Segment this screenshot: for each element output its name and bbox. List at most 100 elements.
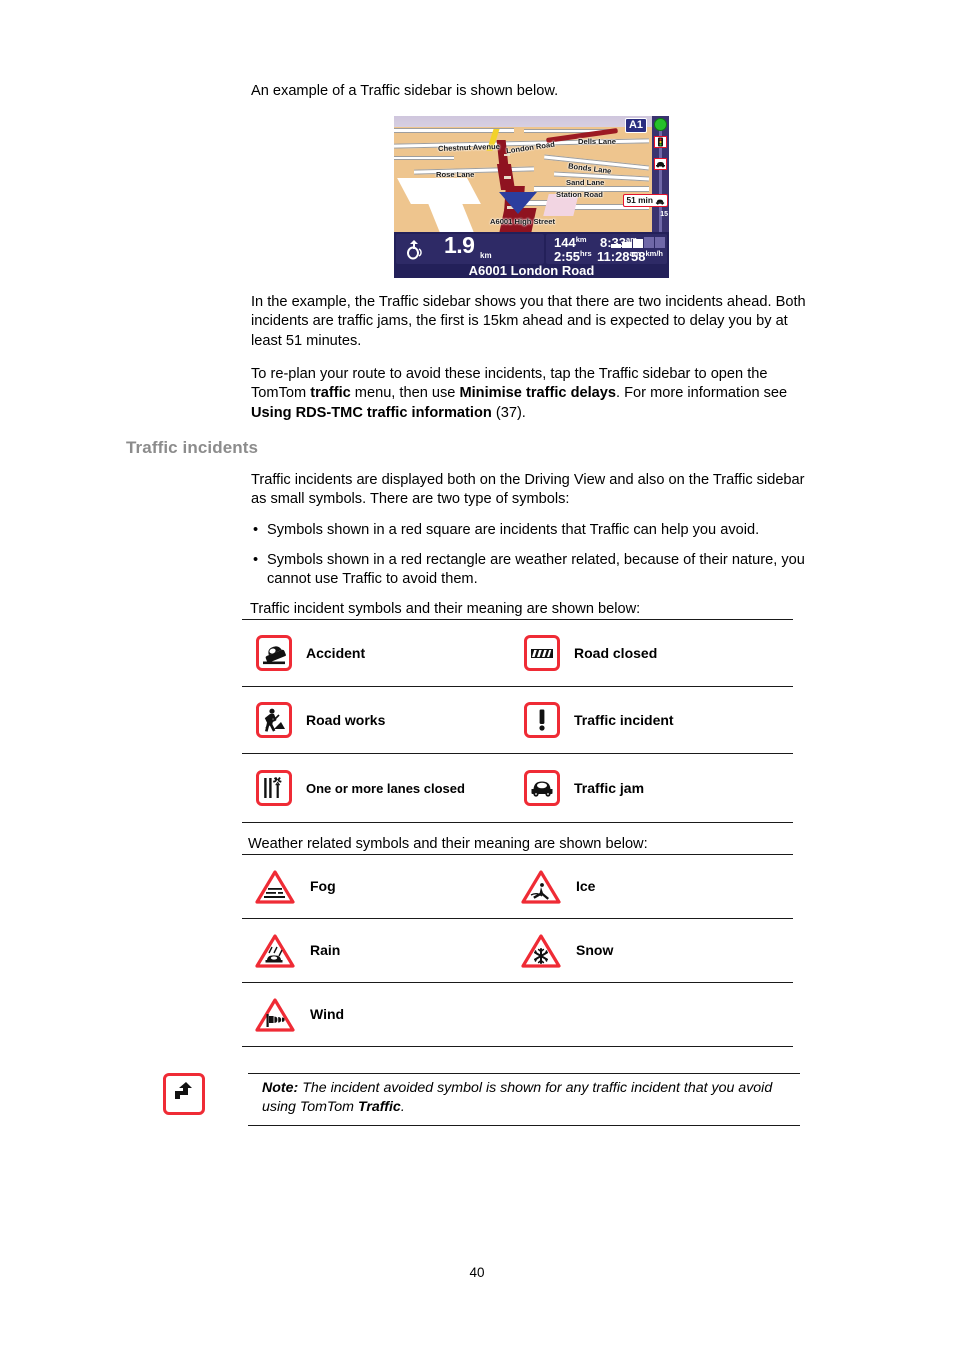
table-cell: One or more lanes closed <box>242 770 512 806</box>
nav-sidebar-distance: 15 <box>660 211 668 218</box>
table-cell: Traffic jam <box>512 770 782 806</box>
nav-traffic-sidebar[interactable]: 15 <box>652 116 669 232</box>
document-page: An example of a Traffic sidebar is shown… <box>0 0 954 1350</box>
nav-signal-bars <box>611 237 665 248</box>
nav-device-screenshot: Chestnut Avenue London Road Dells Lane R… <box>394 116 669 278</box>
table-row: Fog Ice <box>242 855 793 919</box>
wind-icon <box>254 997 296 1033</box>
table-cell: Rain <box>242 933 512 969</box>
nav-map: Chestnut Avenue London Road Dells Lane R… <box>394 116 669 232</box>
bullet-label: Symbols shown in a red rectangle are wea… <box>267 552 805 588</box>
nav-remaining-distance-value: 144 <box>554 235 576 250</box>
nav-remaining-distance: 144km <box>554 235 587 250</box>
traffic-incident-icon <box>524 702 560 738</box>
traffic-jam-icon <box>524 770 560 806</box>
table-cell: Road closed <box>512 635 782 671</box>
nav-traffic-status-dot <box>654 118 667 131</box>
nav-road-badge: A1 <box>624 118 647 133</box>
nav-street-label: A6001 High Street <box>490 217 555 226</box>
intro-line: An example of a Traffic sidebar is shown… <box>251 83 559 99</box>
symbol-label: Ice <box>576 878 596 894</box>
note-text: Note: The incident avoided symbol is sho… <box>248 1074 800 1117</box>
replan-text-4: (37). <box>491 404 526 421</box>
nav-remaining-time: 2:55hrs <box>554 249 592 264</box>
table-row: Road works Traffic incident <box>242 687 793 754</box>
symbol-label: Wind <box>310 1006 345 1022</box>
lanes-closed-icon <box>256 770 292 806</box>
nav-clock-time-value: 11:28 <box>597 249 630 264</box>
symbol-label: Traffic incident <box>574 711 674 728</box>
replan-bold-traffic: traffic <box>310 385 351 402</box>
table-cell: Wind <box>242 997 512 1033</box>
symbol-label: Snow <box>576 942 614 958</box>
table-row: Wind <box>242 983 793 1047</box>
nav-street-label: Dells Lane <box>578 137 616 146</box>
accident-icon <box>256 635 292 671</box>
nav-delay-badge[interactable]: 51 min <box>623 194 668 207</box>
nav-remaining-time-unit: hrs <box>580 249 592 258</box>
note-body-2: . <box>400 1099 405 1115</box>
symbol-label: One or more lanes closed <box>306 780 465 796</box>
replan-bold-minimise: Minimise traffic delays <box>459 385 617 402</box>
symbol-label: Fog <box>310 878 336 894</box>
traffic-jam-icon <box>654 158 667 170</box>
table-cell: Traffic incident <box>512 702 782 738</box>
paragraph-example: In the example, the Traffic sidebar show… <box>251 294 806 349</box>
snow-icon <box>520 933 562 969</box>
table-row: Rain Snow <box>242 919 793 983</box>
nav-remaining-distance-unit: km <box>575 235 587 244</box>
incident-symbols-table: Traffic incident symbols and their meani… <box>242 601 793 823</box>
nav-road-segment <box>394 156 454 160</box>
bullet-label: Symbols shown in a red square are incide… <box>267 522 760 538</box>
replan-text-3: . For more information see <box>616 385 788 402</box>
nav-next-turn-distance-unit: km <box>480 251 492 260</box>
traffic-light-icon <box>654 136 667 148</box>
nav-current-street: A6001 London Road <box>468 263 595 278</box>
symbol-label: Road closed <box>574 644 658 661</box>
incident-table-caption: Traffic incident symbols and their meani… <box>250 601 641 617</box>
table-row: One or more lanes closed Traffic jam <box>242 754 793 823</box>
road-closed-icon <box>524 635 560 671</box>
page-title: Traffic incidents <box>126 438 259 457</box>
table-cell: Ice <box>512 869 782 905</box>
nav-street-label: Sand Lane <box>566 178 605 187</box>
nav-street-label: Rose Lane <box>436 170 475 179</box>
replan-text-2: menu, then use <box>350 385 460 402</box>
ice-icon <box>520 869 562 905</box>
table-row: Accident Road closed <box>242 620 793 687</box>
weather-symbols-table: Weather related symbols and their meanin… <box>242 836 793 1047</box>
symbol-label: Traffic jam <box>574 779 645 796</box>
nav-street-label: Station Road <box>556 190 603 199</box>
roundabout-turn-icon <box>402 236 426 260</box>
nav-road-segment <box>397 178 481 204</box>
nav-speed-unit: km/h <box>645 249 663 258</box>
table-cell: Accident <box>242 635 512 671</box>
bullet-icon: • <box>253 522 259 538</box>
section-intro: Traffic incidents are displayed both on … <box>251 472 805 508</box>
table-cell: Road works <box>242 702 512 738</box>
note-body-1: The incident avoided symbol is shown for… <box>262 1080 773 1115</box>
nav-speed: 58km/h <box>631 249 663 264</box>
symbol-label: Accident <box>306 644 366 661</box>
symbol-label: Road works <box>306 711 386 728</box>
fog-icon <box>254 869 296 905</box>
symbol-label: Rain <box>310 942 341 958</box>
paragraph-replan: To re-plan your route to avoid these inc… <box>251 365 823 423</box>
incident-avoided-icon <box>163 1073 205 1115</box>
weather-table-caption: Weather related symbols and their meanin… <box>248 836 648 852</box>
page-number: 40 <box>469 1265 485 1280</box>
rain-icon <box>254 933 296 969</box>
note-label: Note: <box>262 1080 299 1096</box>
note-box: Note: The incident avoided symbol is sho… <box>248 1073 800 1126</box>
traffic-jam-icon <box>655 199 665 205</box>
nav-route-chevron <box>504 176 511 179</box>
bullet-icon: • <box>253 552 259 568</box>
nav-vehicle-arrow <box>499 192 537 214</box>
table-cell: Snow <box>512 933 782 969</box>
divider <box>248 1125 800 1126</box>
list-item: • Symbols shown in a red square are inci… <box>253 521 821 540</box>
nav-remaining-time-value: 2:55 <box>554 249 581 264</box>
nav-status-bar: 1.9 km 144km 8:33am 2:55hrs 11:28am 58km… <box>394 232 669 278</box>
road-works-icon <box>256 702 292 738</box>
table-cell: Fog <box>242 869 512 905</box>
